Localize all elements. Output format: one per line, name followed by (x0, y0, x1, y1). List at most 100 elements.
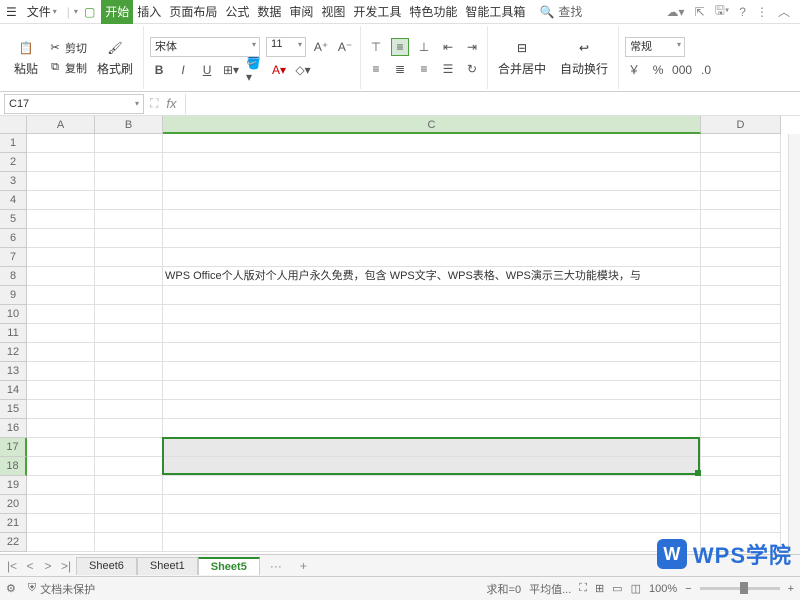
row-header-13[interactable]: 13 (0, 362, 27, 381)
cell-B13[interactable] (95, 362, 163, 381)
cell-A9[interactable] (27, 286, 95, 305)
italic-button[interactable]: I (174, 61, 192, 79)
view-normal-icon[interactable]: ⊞ (595, 582, 604, 595)
border-button[interactable]: ⊞▾ (222, 61, 240, 79)
row-header-5[interactable]: 5 (0, 210, 27, 229)
cell-C6[interactable] (163, 229, 701, 248)
cell-A16[interactable] (27, 419, 95, 438)
settings-icon[interactable]: ⚙ (6, 582, 16, 595)
cell-B6[interactable] (95, 229, 163, 248)
expand-formula-icon[interactable]: ⛶ (150, 96, 158, 111)
cell-C17[interactable] (163, 438, 701, 457)
doc-protection-status[interactable]: ⛨ 文档未保护 (28, 581, 95, 597)
cell-A5[interactable] (27, 210, 95, 229)
cell-D4[interactable] (701, 191, 781, 210)
cell-D10[interactable] (701, 305, 781, 324)
cell-B12[interactable] (95, 343, 163, 362)
vertical-scrollbar[interactable] (788, 134, 800, 554)
cell-A3[interactable] (27, 172, 95, 191)
cell-D19[interactable] (701, 476, 781, 495)
cell-C12[interactable] (163, 343, 701, 362)
cell-B8[interactable] (95, 267, 163, 286)
cell-C20[interactable] (163, 495, 701, 514)
cell-B9[interactable] (95, 286, 163, 305)
number-format-select[interactable]: 常规 (625, 37, 685, 57)
font-name-select[interactable]: 宋体 (150, 37, 260, 57)
underline-button[interactable]: U (198, 61, 216, 79)
cell-B2[interactable] (95, 153, 163, 172)
sheet-last-button[interactable]: >| (58, 559, 74, 573)
cell-B7[interactable] (95, 248, 163, 267)
cell-D21[interactable] (701, 514, 781, 533)
fullscreen-icon[interactable]: ⛶ (579, 582, 587, 595)
increase-font-button[interactable]: A⁺ (312, 38, 330, 56)
name-box[interactable]: C17 ▾ (4, 94, 144, 114)
column-header-D[interactable]: D (701, 116, 781, 134)
zoom-in-button[interactable]: + (788, 583, 794, 595)
cell-A22[interactable] (27, 533, 95, 552)
ribbon-tab-view[interactable]: 视图 (317, 0, 349, 24)
cell-D15[interactable] (701, 400, 781, 419)
view-split-icon[interactable]: ◫ (631, 582, 641, 595)
ribbon-tab-smart[interactable]: 智能工具箱 (461, 0, 529, 24)
zoom-level[interactable]: 100% (649, 583, 677, 595)
percent-button[interactable]: % (649, 61, 667, 79)
cell-C16[interactable] (163, 419, 701, 438)
select-all-corner[interactable] (0, 116, 27, 134)
cell-B3[interactable] (95, 172, 163, 191)
cell-A7[interactable] (27, 248, 95, 267)
cell-B11[interactable] (95, 324, 163, 343)
cell-D6[interactable] (701, 229, 781, 248)
cell-D14[interactable] (701, 381, 781, 400)
cell-B10[interactable] (95, 305, 163, 324)
cell-C4[interactable] (163, 191, 701, 210)
cell-C9[interactable] (163, 286, 701, 305)
decrease-decimal-button[interactable]: .0 (697, 61, 715, 79)
align-top-button[interactable]: ⊤ (367, 38, 385, 56)
cell-C21[interactable] (163, 514, 701, 533)
row-header-22[interactable]: 22 (0, 533, 27, 552)
sheet-first-button[interactable]: |< (4, 559, 20, 573)
sheet-next-button[interactable]: > (40, 559, 56, 573)
row-header-10[interactable]: 10 (0, 305, 27, 324)
cell-C19[interactable] (163, 476, 701, 495)
cell-A10[interactable] (27, 305, 95, 324)
cell-C11[interactable] (163, 324, 701, 343)
column-header-A[interactable]: A (27, 116, 95, 134)
align-middle-button[interactable]: ≡ (391, 38, 409, 56)
view-page-icon[interactable]: ▭ (612, 582, 622, 595)
cell-B19[interactable] (95, 476, 163, 495)
increase-indent-button[interactable]: ⇥ (463, 38, 481, 56)
row-header-21[interactable]: 21 (0, 514, 27, 533)
cells-area[interactable]: WPS Office个人版对个人用户永久免费，包含 WPS文字、WPS表格、WP… (27, 134, 781, 552)
cell-B15[interactable] (95, 400, 163, 419)
cell-C1[interactable] (163, 134, 701, 153)
row-header-4[interactable]: 4 (0, 191, 27, 210)
cell-C18[interactable] (163, 457, 701, 476)
cell-A11[interactable] (27, 324, 95, 343)
cell-C14[interactable] (163, 381, 701, 400)
cell-C5[interactable] (163, 210, 701, 229)
fill-color-button[interactable]: 🪣▾ (246, 61, 264, 79)
cut-button[interactable]: ✂ 剪切 (48, 40, 87, 56)
orientation-button[interactable]: ↻ (463, 60, 481, 78)
row-header-11[interactable]: 11 (0, 324, 27, 343)
ribbon-tab-review[interactable]: 审阅 (285, 0, 317, 24)
decrease-font-button[interactable]: A⁻ (336, 38, 354, 56)
zoom-thumb[interactable] (740, 582, 748, 594)
cell-A20[interactable] (27, 495, 95, 514)
cell-A4[interactable] (27, 191, 95, 210)
font-size-select[interactable]: 11 (266, 37, 306, 57)
ribbon-tab-page-layout[interactable]: 页面布局 (165, 0, 221, 24)
sheet-tab-Sheet5[interactable]: Sheet5 (198, 557, 260, 575)
column-header-B[interactable]: B (95, 116, 163, 134)
paste-button[interactable]: 📋 粘贴 (10, 36, 42, 79)
search-area[interactable]: 🔍 查找 (539, 3, 582, 20)
spreadsheet-grid[interactable]: ABCD 12345678910111213141516171819202122… (0, 116, 800, 554)
align-right-button[interactable]: ≡ (415, 60, 433, 78)
row-header-18[interactable]: 18 (0, 457, 27, 476)
save-icon[interactable]: 🖫▾ (715, 1, 730, 22)
cell-A21[interactable] (27, 514, 95, 533)
ribbon-tab-home[interactable]: 开始 (101, 0, 133, 24)
row-header-6[interactable]: 6 (0, 229, 27, 248)
